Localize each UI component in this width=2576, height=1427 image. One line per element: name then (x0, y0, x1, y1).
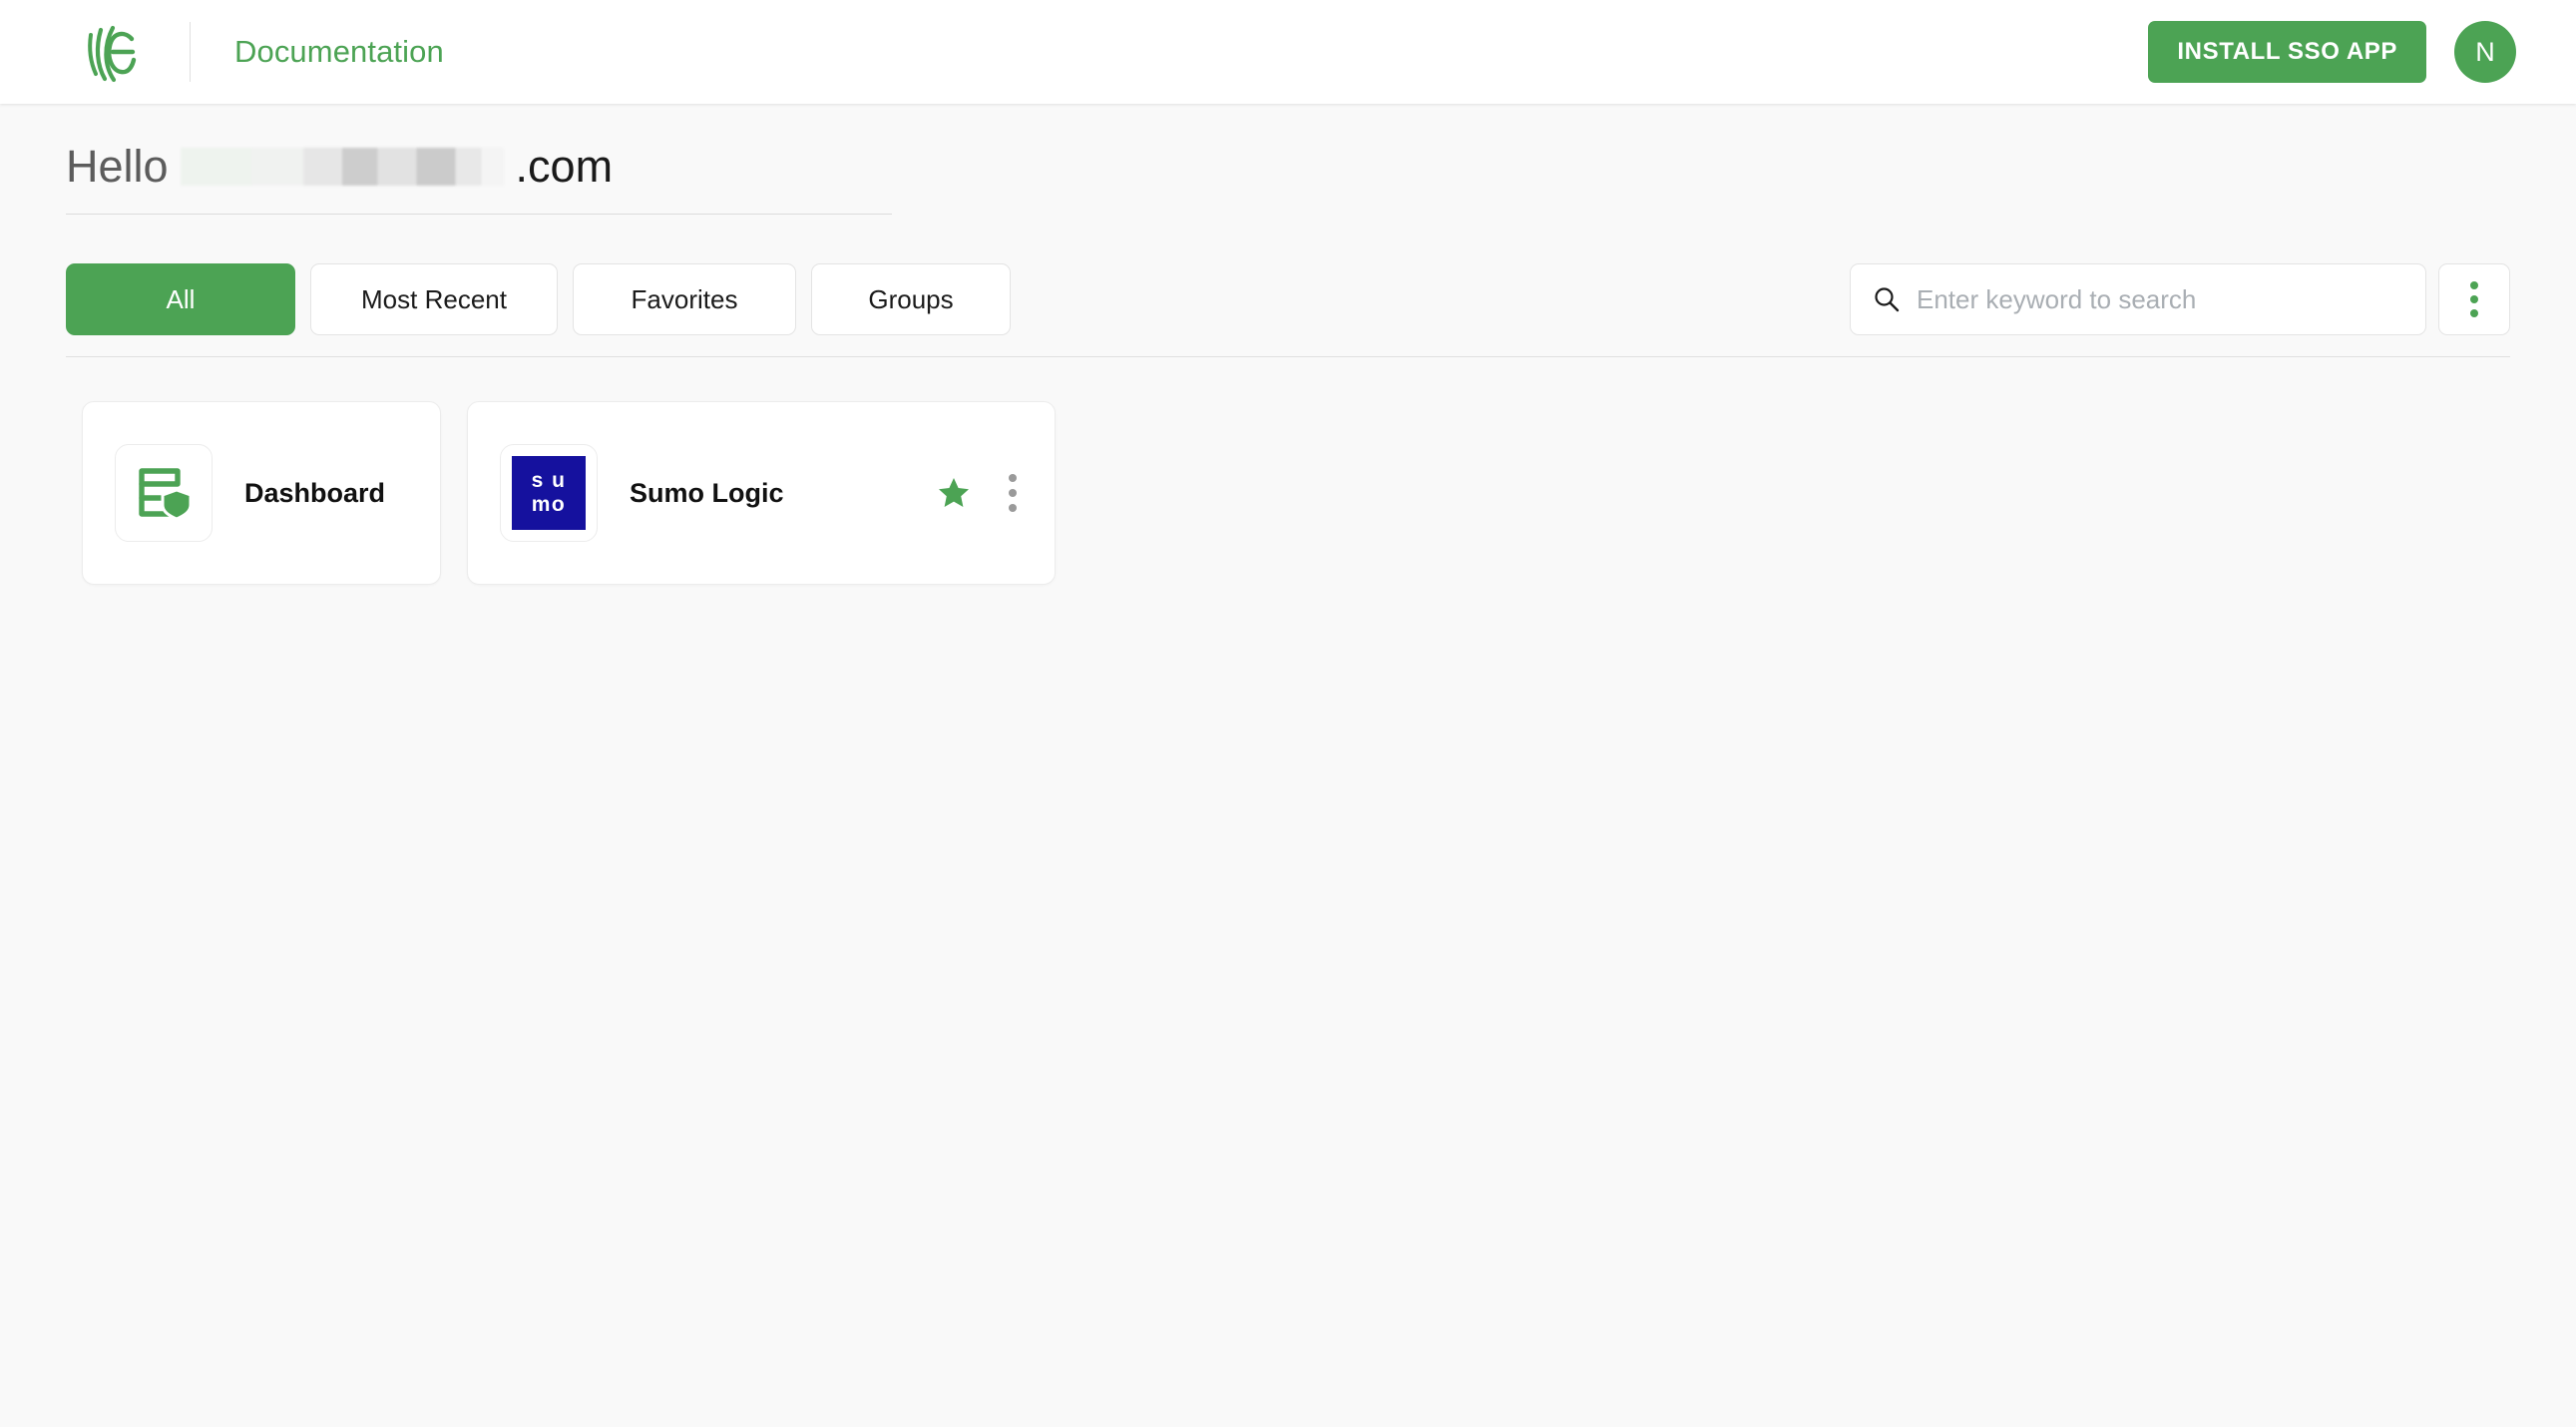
app-card-sumo-logic[interactable]: s u mo Sumo Logic (467, 401, 1056, 585)
filter-tabs: All Most Recent Favorites Groups (66, 263, 1011, 335)
greeting-divider (66, 214, 892, 215)
search-box[interactable] (1850, 263, 2426, 335)
greeting-section: Hello .com (0, 104, 2576, 215)
greeting-hello-text: Hello (66, 141, 169, 192)
sumo-logo-line-1: s u (531, 469, 567, 493)
greeting-domain-suffix: .com (515, 141, 614, 192)
search-input[interactable] (1917, 283, 2403, 315)
header-divider (190, 22, 191, 82)
app-card-label: Dashboard (244, 477, 386, 508)
app-icon-frame (115, 444, 213, 542)
app-card-kebab-menu-icon[interactable] (1003, 468, 1023, 518)
app-header: Documentation INSTALL SSO APP N (0, 0, 2576, 104)
header-title: Documentation (234, 34, 444, 69)
sumo-logo-line-2: mo (531, 492, 567, 516)
view-options-kebab-button[interactable] (2438, 263, 2510, 335)
star-filled-icon[interactable] (937, 476, 971, 510)
app-cards-grid: Dashboard s u mo Sumo Logic (0, 357, 2576, 585)
user-avatar[interactable]: N (2454, 21, 2516, 83)
greeting-redacted-email (180, 148, 504, 186)
greeting-line: Hello .com (66, 104, 2576, 214)
app-card-actions (937, 468, 1023, 518)
header-left-group: Documentation (0, 0, 444, 104)
dashboard-shield-icon (139, 468, 193, 521)
tab-most-recent[interactable]: Most Recent (310, 263, 558, 335)
app-card-dashboard[interactable]: Dashboard (82, 401, 441, 585)
controls-row: All Most Recent Favorites Groups (0, 260, 2576, 338)
app-card-label: Sumo Logic (630, 477, 784, 508)
search-icon (1875, 287, 1900, 312)
tab-all[interactable]: All (66, 263, 295, 335)
install-sso-app-button[interactable]: INSTALL SSO APP (2148, 21, 2426, 83)
brand-swirl-e-logo-icon[interactable] (80, 19, 146, 85)
search-area (1850, 263, 2510, 335)
sumo-logic-logo-icon: s u mo (512, 456, 586, 530)
kebab-menu-icon (2470, 281, 2478, 317)
header-right-group: INSTALL SSO APP N (2148, 21, 2516, 83)
tab-favorites[interactable]: Favorites (573, 263, 796, 335)
tab-groups[interactable]: Groups (811, 263, 1011, 335)
app-icon-frame: s u mo (500, 444, 598, 542)
